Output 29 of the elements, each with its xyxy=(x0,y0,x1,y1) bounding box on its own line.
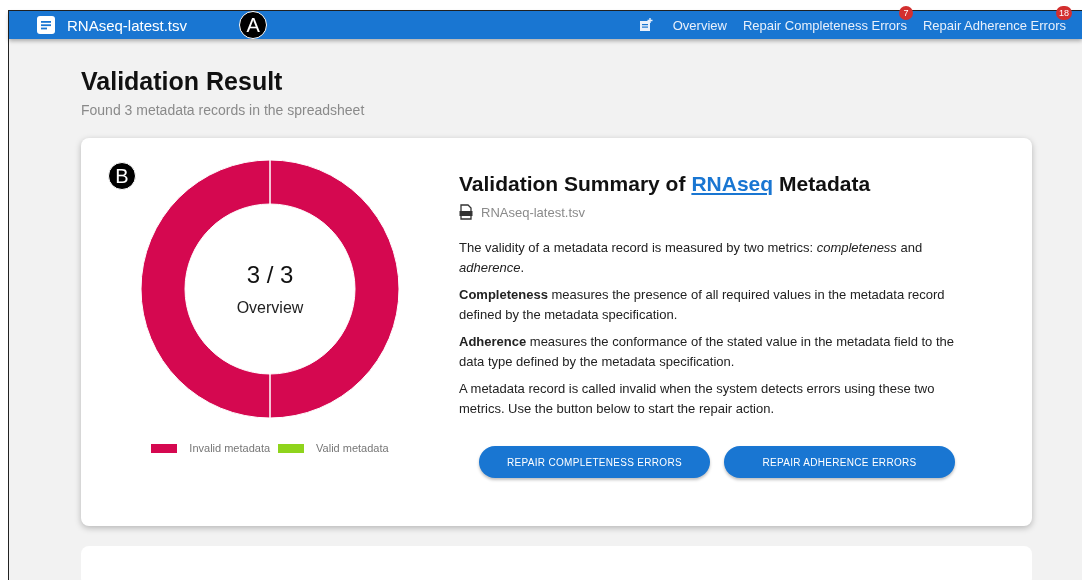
nav-link[interactable]: Repair Adherence Errors xyxy=(922,18,1066,33)
repair-button[interactable]: REPAIR ADHERENCE ERRORS xyxy=(724,446,955,478)
record-count: 3 / 3 xyxy=(246,261,294,289)
summary-title: Validation Summary of xyxy=(459,172,686,196)
page-subtitle: Found 3 metadata records in the spreadsheet xyxy=(81,102,366,118)
description-text: Completeness measures the presence of all required values in the metadata record defined by the metadata specification. xyxy=(459,286,946,324)
chart-label: Overview xyxy=(236,299,304,317)
legend-label: Valid metadata xyxy=(316,442,389,454)
schema-link[interactable]: RNAseq xyxy=(691,172,774,196)
document-icon xyxy=(37,16,55,34)
count-badge: 18 xyxy=(1056,6,1072,20)
file-name: RNAseq-latest.tsv xyxy=(481,204,586,220)
legend-swatch xyxy=(151,443,178,453)
tsv-file-icon xyxy=(459,204,473,220)
nav-link[interactable]: Overview xyxy=(672,18,727,33)
nav-link[interactable]: Repair Completeness Errors xyxy=(742,18,907,33)
description-text: The validity of a metadata record is measured by two metrics: completeness and adherence. xyxy=(459,239,924,277)
legend-swatch xyxy=(278,443,305,453)
file-title: RNAseq-latest.tsv xyxy=(67,16,188,34)
summary-title: Metadata xyxy=(779,172,871,196)
count-badge: 7 xyxy=(898,6,913,20)
legend-label: Invalid metadata xyxy=(189,442,271,454)
repair-button[interactable]: REPAIR COMPLETENESS ERRORS xyxy=(479,446,710,478)
callout-marker: A xyxy=(239,11,268,39)
callout-marker: B xyxy=(108,162,136,190)
add-note-icon[interactable] xyxy=(638,18,653,32)
description-text: A metadata record is called invalid when the system detects errors using these two metrics. Use the button below to start the repair action. xyxy=(459,380,936,418)
page-title: Validation Result xyxy=(81,67,284,96)
description-text: Adherence measures the conformance of the stated value in the metadata field to the data type defined by the metadata specification. xyxy=(459,333,956,371)
